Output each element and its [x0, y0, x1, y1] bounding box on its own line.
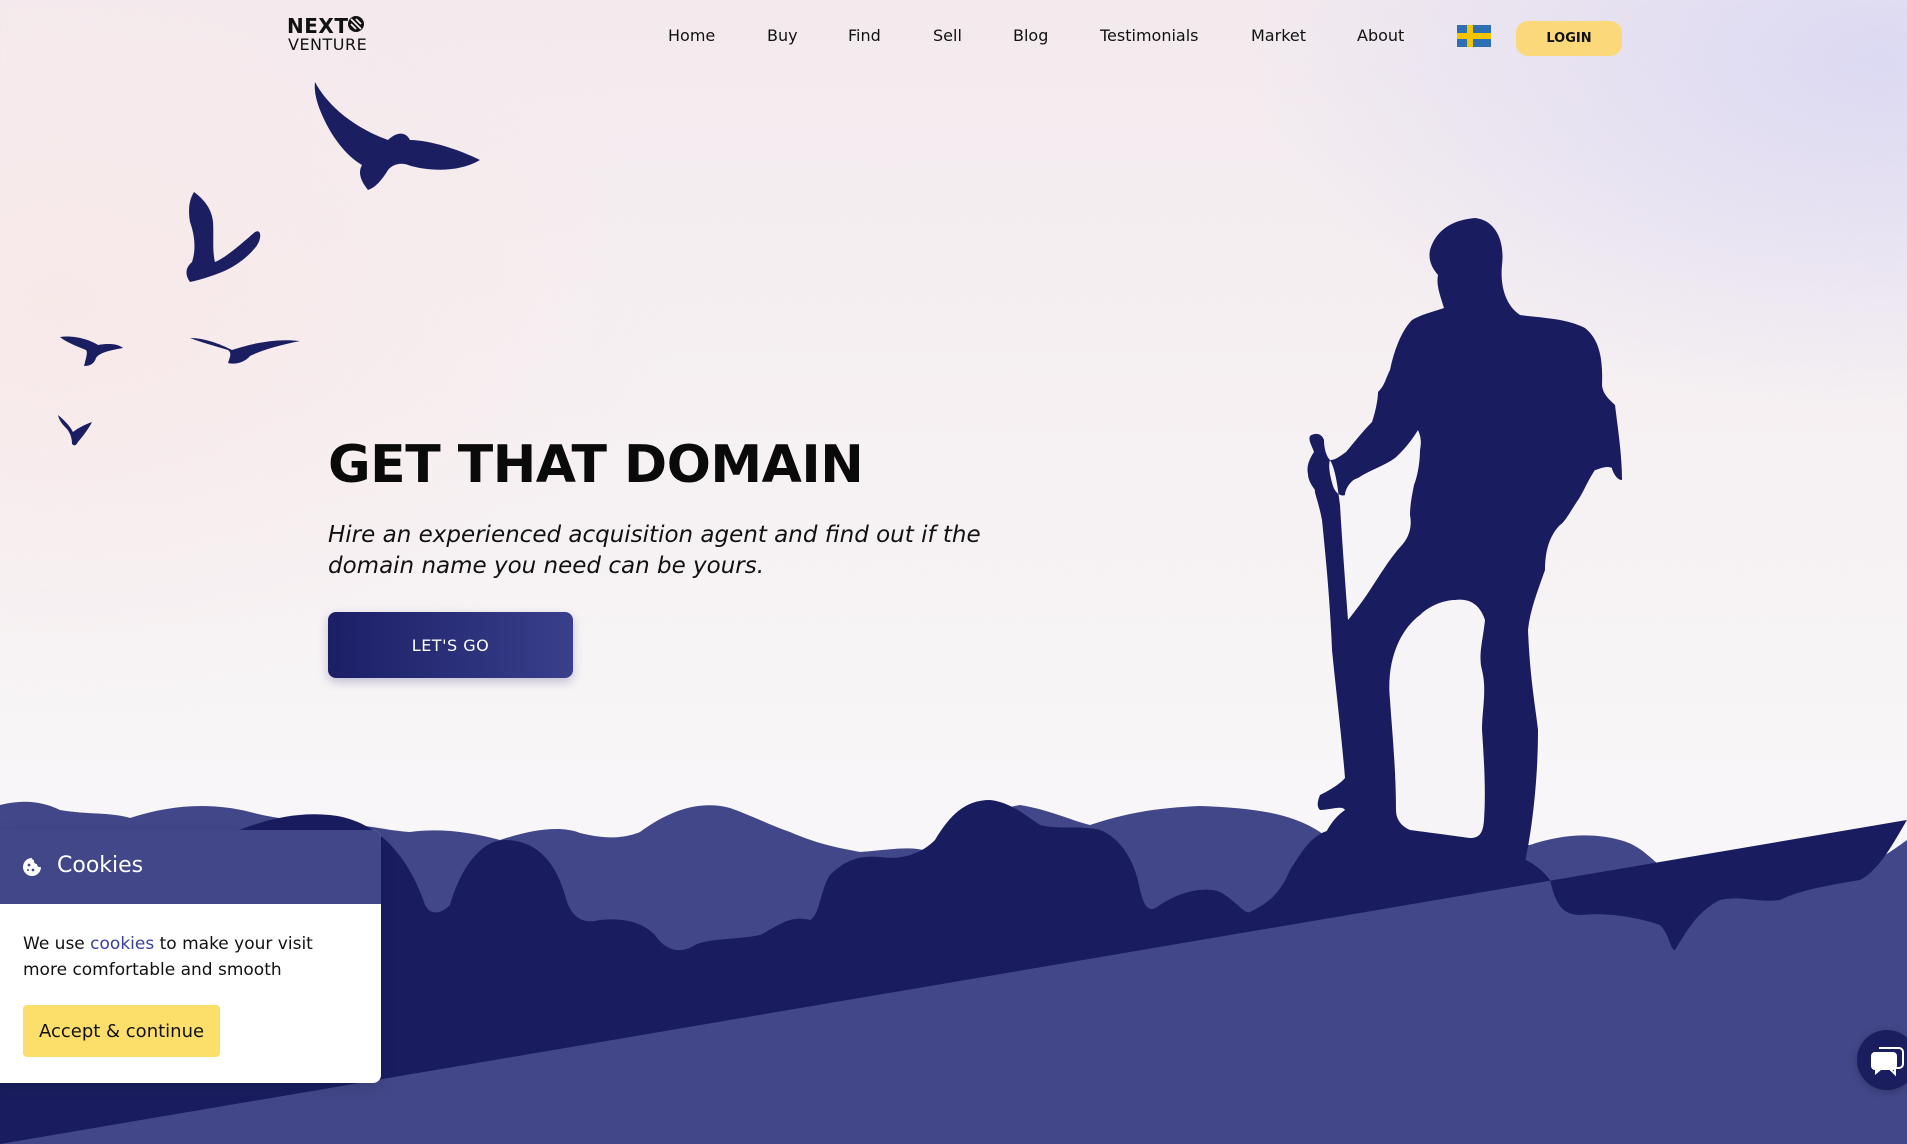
accept-cookies-button[interactable]: Accept & continue	[23, 1005, 220, 1057]
hiker-silhouette	[1307, 218, 1622, 880]
bird-small-1	[60, 336, 123, 366]
flag-cross-horizontal	[1457, 33, 1491, 39]
chat-widget-button[interactable]	[1857, 1030, 1907, 1090]
cookie-banner-header: Cookies	[0, 830, 381, 904]
hero-title: GET THAT DOMAIN	[328, 435, 864, 495]
nav-sell[interactable]: Sell	[933, 26, 962, 45]
nav-about[interactable]: About	[1357, 26, 1404, 45]
nav-blog[interactable]: Blog	[1013, 26, 1048, 45]
nav-home[interactable]: Home	[668, 26, 715, 45]
cookie-banner-text: We use cookies to make your visit more c…	[23, 931, 343, 983]
sweden-flag-icon[interactable]	[1457, 25, 1491, 47]
nav-find[interactable]: Find	[848, 26, 881, 45]
bird-small-3	[58, 415, 92, 446]
cookie-banner: Cookies We use cookies to make your visi…	[0, 830, 381, 1083]
birds-illustration	[58, 82, 480, 446]
hero-subtitle: Hire an experienced acquisition agent an…	[328, 522, 981, 579]
cookies-link[interactable]: cookies	[90, 934, 154, 954]
nav-buy[interactable]: Buy	[767, 26, 798, 45]
nav-testimonials[interactable]: Testimonials	[1100, 26, 1199, 45]
bird-large	[314, 82, 480, 190]
cookie-icon	[23, 858, 41, 876]
nav-market[interactable]: Market	[1251, 26, 1306, 45]
bird-small-2	[190, 338, 300, 364]
bird-medium	[186, 192, 261, 282]
login-button[interactable]: LOGIN	[1516, 21, 1622, 56]
flag-cross-vertical	[1467, 25, 1473, 47]
cookie-banner-title: Cookies	[57, 853, 144, 878]
cookie-text-before: We use	[23, 934, 91, 954]
chat-bubble-icon	[1871, 1047, 1904, 1077]
lets-go-button[interactable]: LET'S GO	[328, 612, 573, 678]
